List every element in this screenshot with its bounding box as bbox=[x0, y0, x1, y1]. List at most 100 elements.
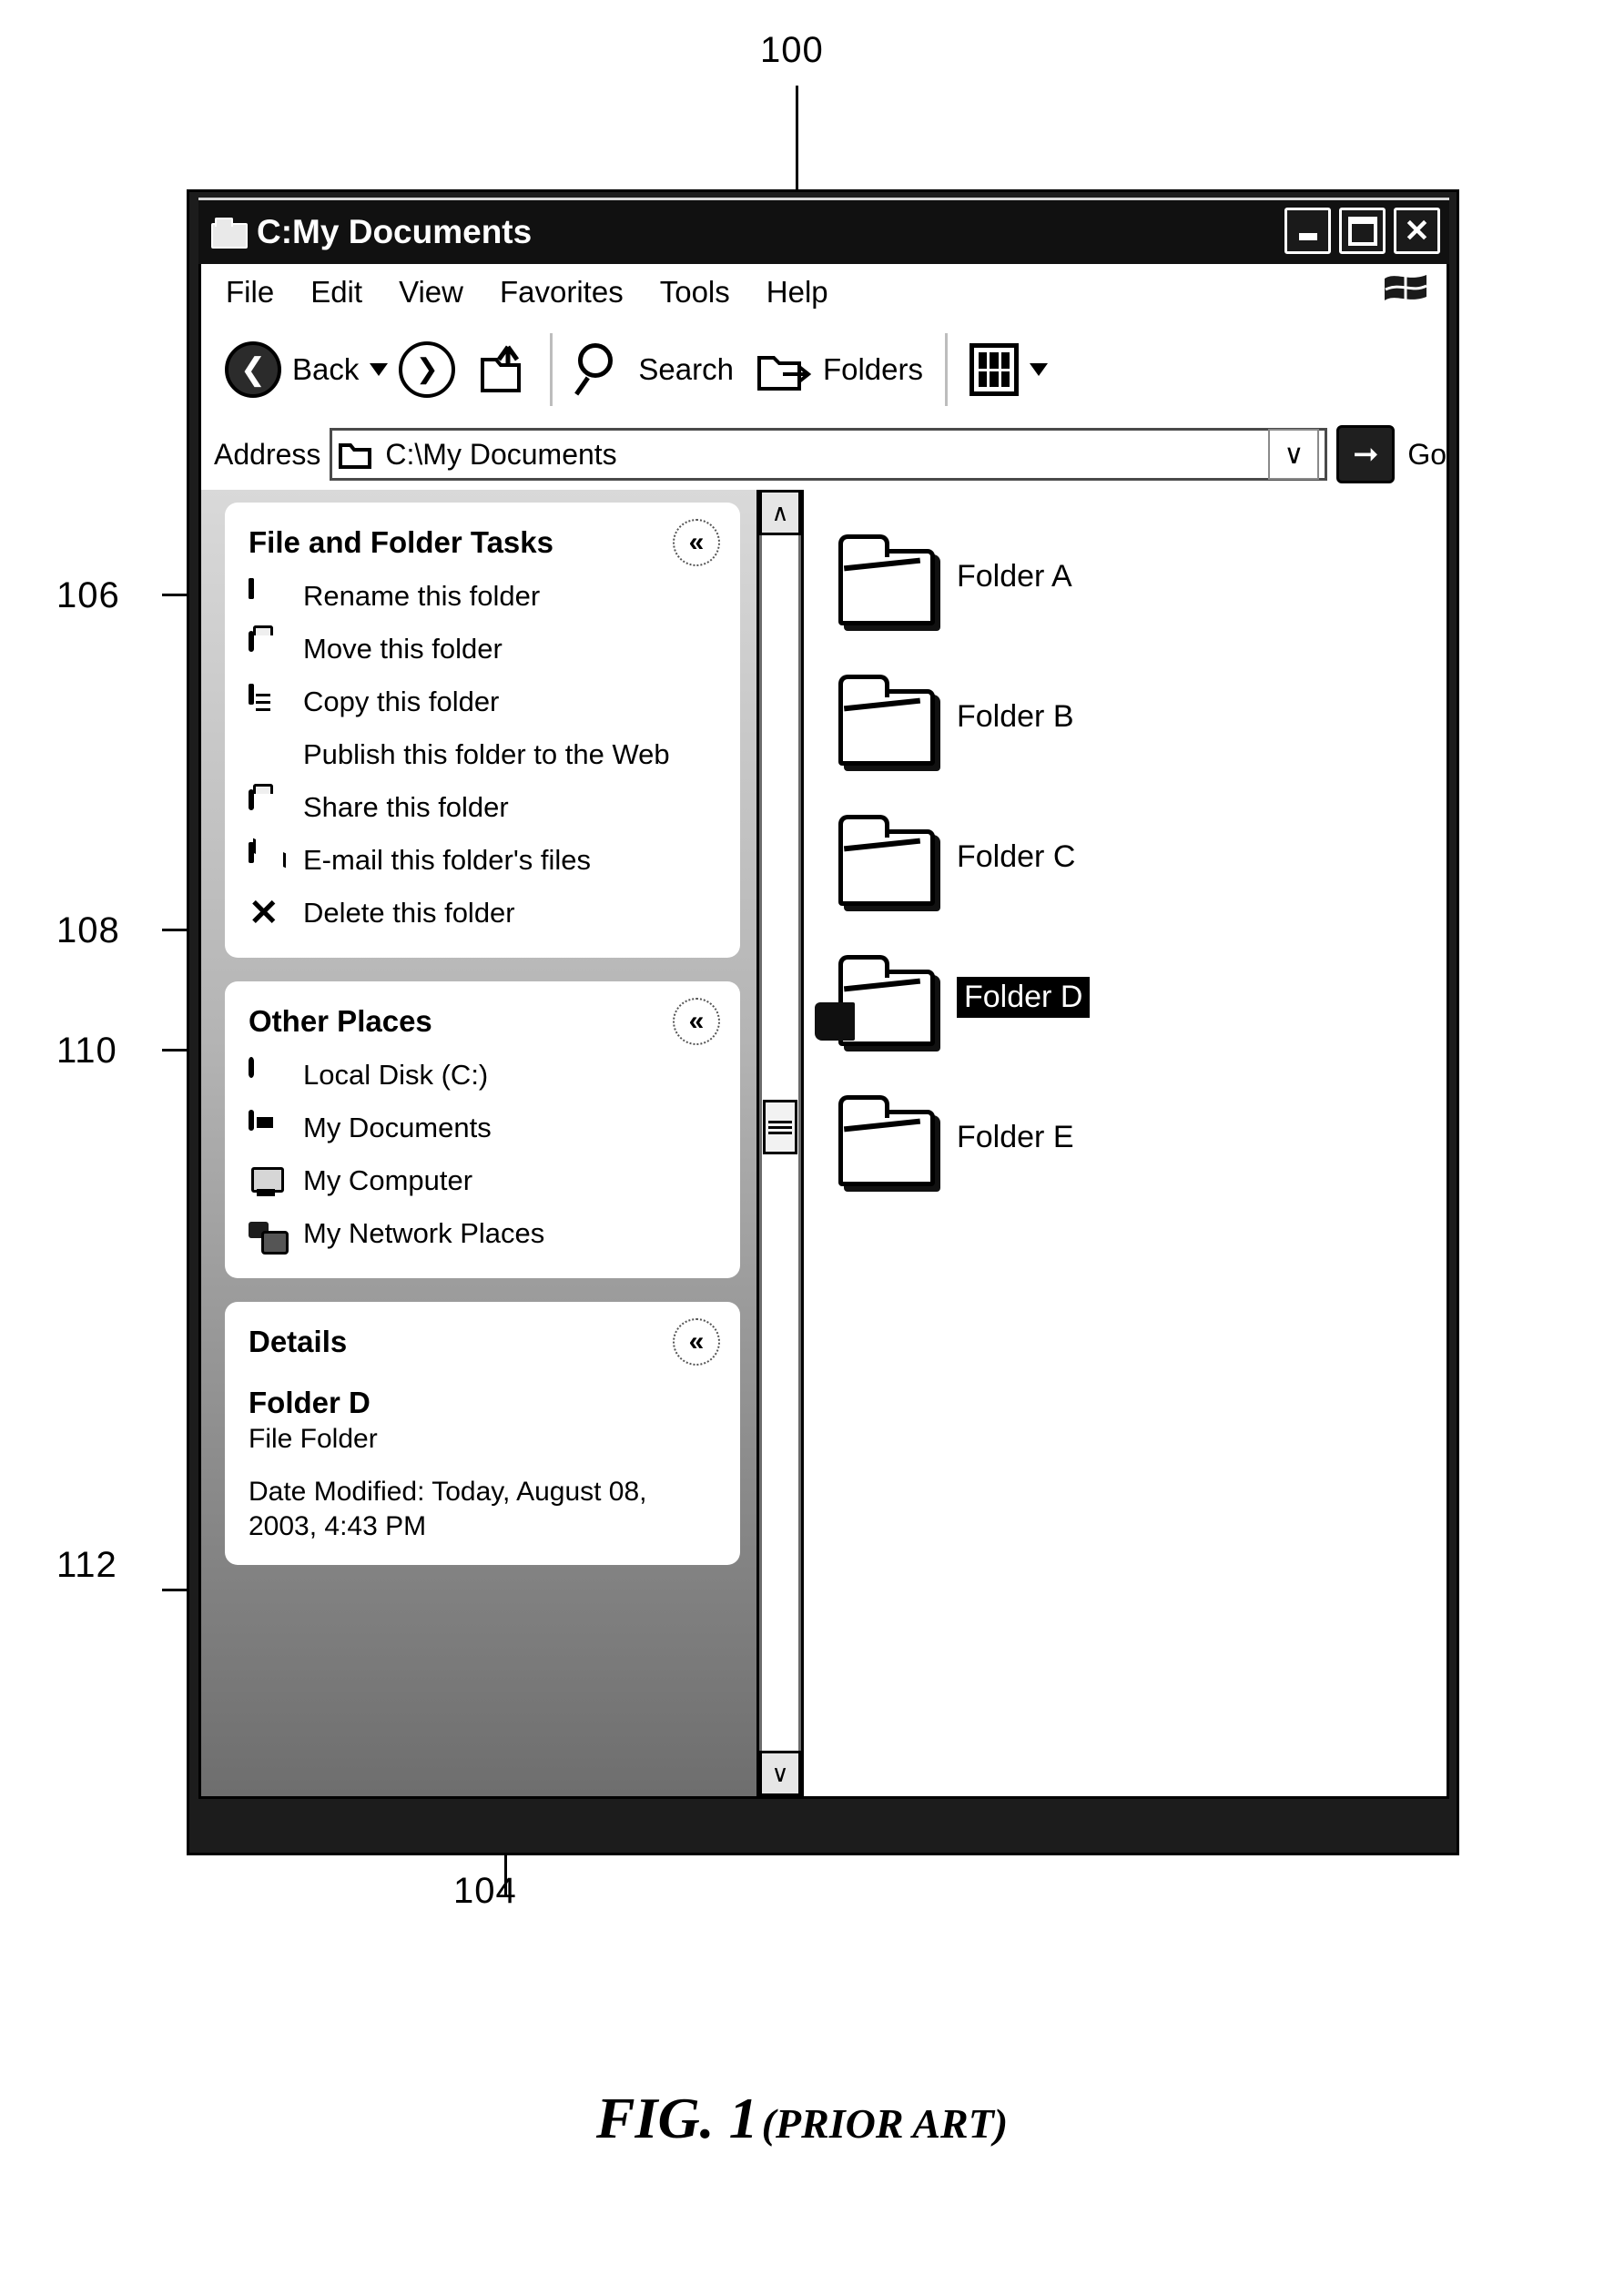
task-rename-this-folder[interactable]: Rename this folder bbox=[249, 578, 720, 619]
scrollbar-thumb[interactable] bbox=[763, 1100, 797, 1154]
task-delete-this-folder[interactable]: ✕ Delete this folder bbox=[249, 893, 720, 936]
scroll-down-button[interactable]: ∨ bbox=[759, 1751, 801, 1796]
chevron-up-icon[interactable]: « bbox=[673, 1318, 720, 1366]
minimize-button[interactable] bbox=[1284, 208, 1331, 254]
address-value: C:\My Documents bbox=[385, 437, 617, 471]
task-move-this-folder[interactable]: Move this folder bbox=[249, 631, 720, 672]
forward-button[interactable]: ❯ bbox=[388, 329, 466, 411]
folder-name: Folder C bbox=[957, 838, 1076, 874]
folder-icon bbox=[835, 534, 935, 625]
back-button[interactable]: ❮ Back bbox=[214, 329, 370, 411]
task-label: Share this folder bbox=[303, 791, 509, 823]
address-input[interactable]: C:\My Documents ∨ bbox=[330, 428, 1328, 481]
menu-item-help[interactable]: Help bbox=[755, 275, 840, 310]
search-button[interactable]: Search bbox=[563, 329, 745, 411]
callout-100: 100 bbox=[760, 30, 824, 70]
email-icon bbox=[249, 842, 287, 883]
up-button[interactable] bbox=[466, 329, 539, 411]
publish-web-icon bbox=[249, 739, 287, 777]
task-publish-this-folder-to-the-web[interactable]: Publish this folder to the Web bbox=[249, 737, 720, 777]
folder-icon bbox=[835, 1095, 935, 1186]
task-email-this-folders-files[interactable]: E-mail this folder's files bbox=[249, 842, 720, 883]
my-network-places-icon bbox=[249, 1218, 287, 1256]
panel-other-places: Other Places « Local Disk (C:) My Docume… bbox=[225, 981, 740, 1278]
views-icon bbox=[969, 343, 1019, 396]
callout-104: 104 bbox=[453, 1871, 517, 1911]
go-arrow-icon: ➞ bbox=[1353, 437, 1379, 472]
list-item[interactable]: Folder A bbox=[835, 513, 1447, 639]
callout-112: 112 bbox=[56, 1545, 117, 1585]
sharing-hand-overlay-icon bbox=[815, 1002, 855, 1041]
maximize-button[interactable] bbox=[1339, 208, 1386, 254]
task-pane-sidebar: File and Folder Tasks « Rename this fold… bbox=[201, 490, 756, 1796]
place-local-disk-c[interactable]: Local Disk (C:) bbox=[249, 1057, 720, 1098]
details-item-name: Folder D bbox=[249, 1386, 371, 1419]
menu-item-edit[interactable]: Edit bbox=[299, 275, 374, 310]
window-title: C:My Documents bbox=[257, 213, 533, 250]
menu-item-tools[interactable]: Tools bbox=[648, 275, 742, 310]
up-folder-icon bbox=[481, 345, 522, 392]
forward-arrow-icon: ❯ bbox=[399, 341, 456, 398]
task-label: Copy this folder bbox=[303, 686, 500, 717]
place-my-network-places[interactable]: My Network Places bbox=[249, 1216, 720, 1256]
panel-details: Details « Folder D File Folder Date Modi… bbox=[225, 1302, 740, 1565]
folder-name: Folder A bbox=[957, 558, 1072, 594]
callout-108: 108 bbox=[56, 910, 120, 950]
folders-label: Folders bbox=[822, 352, 923, 386]
magnifier-icon bbox=[574, 343, 627, 396]
folder-icon bbox=[835, 815, 935, 906]
rename-icon bbox=[249, 578, 287, 619]
views-button[interactable] bbox=[959, 329, 1059, 411]
address-label: Address bbox=[214, 437, 321, 471]
close-button[interactable]: ✕ bbox=[1394, 208, 1440, 254]
callout-106: 106 bbox=[56, 575, 120, 615]
title-bar: C:My Documents ✕ bbox=[198, 198, 1449, 264]
vertical-scrollbar[interactable]: ∧ ∨ bbox=[756, 490, 804, 1796]
task-label: E-mail this folder's files bbox=[303, 844, 592, 876]
list-item[interactable]: Folder E bbox=[835, 1074, 1447, 1200]
chevron-up-icon[interactable]: « bbox=[673, 519, 720, 566]
copy-icon bbox=[249, 684, 287, 725]
folder-icon bbox=[339, 443, 372, 469]
folder-name: Folder D bbox=[957, 976, 1091, 1018]
chevron-up-icon[interactable]: « bbox=[673, 998, 720, 1045]
delete-x-icon: ✕ bbox=[249, 893, 279, 933]
go-label: Go bbox=[1407, 437, 1447, 471]
folder-name: Folder E bbox=[957, 1119, 1074, 1154]
list-item[interactable]: Folder C bbox=[835, 794, 1447, 919]
leader-100 bbox=[796, 86, 798, 193]
panel-title: Other Places bbox=[249, 1004, 432, 1038]
place-my-documents[interactable]: My Documents bbox=[249, 1110, 720, 1151]
folder-icon bbox=[835, 675, 935, 766]
list-item-selected[interactable]: Folder D bbox=[815, 934, 1447, 1060]
figure-caption-suffix: (PRIOR ART) bbox=[761, 2100, 1009, 2147]
toolbar-separator-2 bbox=[944, 333, 948, 406]
panel-title: File and Folder Tasks bbox=[249, 525, 553, 559]
search-label: Search bbox=[638, 352, 734, 386]
menu-item-file[interactable]: File bbox=[214, 275, 286, 310]
menu-item-view[interactable]: View bbox=[387, 275, 475, 310]
window-body: File and Folder Tasks « Rename this fold… bbox=[198, 490, 1449, 1799]
address-dropdown-icon[interactable]: ∨ bbox=[1268, 429, 1320, 480]
toolbar-separator bbox=[550, 333, 553, 406]
list-item[interactable]: Folder B bbox=[835, 654, 1447, 779]
task-copy-this-folder[interactable]: Copy this folder bbox=[249, 684, 720, 725]
go-button[interactable]: ➞ bbox=[1336, 425, 1396, 483]
task-label: Move this folder bbox=[303, 633, 503, 665]
views-dropdown-caret-icon[interactable] bbox=[1029, 363, 1048, 376]
local-disk-icon bbox=[249, 1057, 287, 1098]
task-share-this-folder[interactable]: Share this folder bbox=[249, 789, 720, 830]
folders-button[interactable]: Folders bbox=[745, 329, 934, 411]
details-date-modified: Date Modified: Today, August 08, 2003, 4… bbox=[249, 1477, 647, 1541]
scrollbar-track[interactable] bbox=[759, 535, 801, 1751]
menu-item-favorites[interactable]: Favorites bbox=[488, 275, 635, 310]
shared-folder-icon bbox=[815, 955, 935, 1046]
folder-list-view: Folder A Folder B Folder C Folder D Fold… bbox=[804, 490, 1447, 1796]
toolbar: ❮ Back ❯ Search Folders bbox=[198, 320, 1449, 419]
back-arrow-icon: ❮ bbox=[225, 341, 281, 398]
place-my-computer[interactable]: My Computer bbox=[249, 1163, 720, 1204]
details-item-type: File Folder bbox=[249, 1424, 378, 1454]
leader-104 bbox=[504, 1854, 507, 1895]
back-dropdown-caret-icon[interactable] bbox=[370, 363, 389, 376]
scroll-up-button[interactable]: ∧ bbox=[759, 490, 801, 535]
